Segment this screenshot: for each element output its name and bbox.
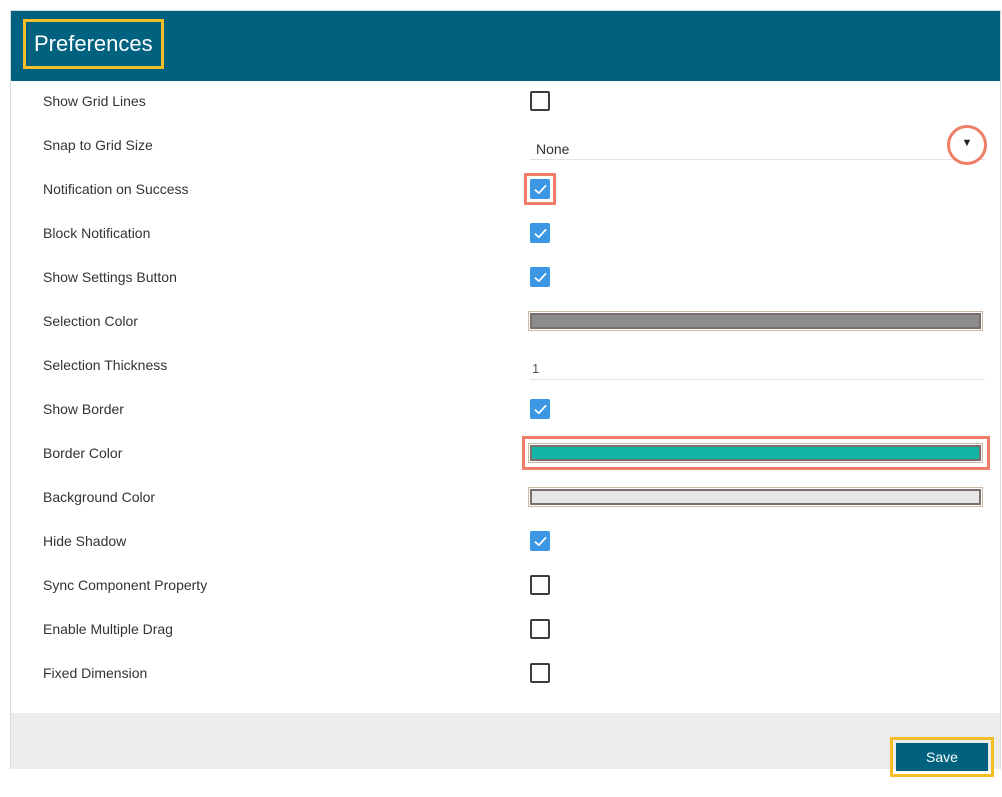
setting-row-hide-shadow: Hide Shadow xyxy=(11,521,1000,561)
background-color-picker[interactable] xyxy=(528,487,983,507)
setting-row-snap-to-grid-size: Snap to Grid Size None ▼ xyxy=(11,125,1000,165)
setting-row-block-notification: Block Notification xyxy=(11,213,1000,253)
fixed-dimension-checkbox[interactable] xyxy=(530,663,550,683)
setting-row-show-grid-lines: Show Grid Lines xyxy=(11,81,1000,121)
page-title: Preferences xyxy=(23,19,164,69)
selection-thickness-input[interactable]: 1 xyxy=(530,351,985,380)
setting-row-selection-color: Selection Color xyxy=(11,301,1000,341)
selection-color-picker[interactable] xyxy=(528,311,983,331)
setting-label: Selection Thickness xyxy=(43,357,168,373)
setting-row-border-color: Border Color xyxy=(11,433,1000,473)
block-notification-checkbox[interactable] xyxy=(530,223,550,243)
show-grid-lines-checkbox[interactable] xyxy=(530,91,550,111)
panel-header: Preferences xyxy=(11,11,1000,81)
checkmark-icon xyxy=(534,272,547,283)
setting-row-enable-multiple-drag: Enable Multiple Drag xyxy=(11,609,1000,649)
dropdown-selected-value: None xyxy=(536,141,570,157)
setting-row-background-color: Background Color xyxy=(11,477,1000,517)
setting-label: Border Color xyxy=(43,445,123,461)
setting-label: Notification on Success xyxy=(43,181,189,197)
dropdown-arrow-button[interactable]: ▼ xyxy=(947,125,987,165)
checkmark-icon xyxy=(534,184,547,195)
save-button-label: Save xyxy=(896,743,988,771)
setting-label: Enable Multiple Drag xyxy=(43,621,173,637)
snap-to-grid-size-dropdown[interactable]: None xyxy=(530,131,985,160)
setting-row-show-border: Show Border xyxy=(11,389,1000,429)
notification-on-success-checkbox[interactable] xyxy=(530,179,550,199)
panel-footer: Save xyxy=(11,713,1000,777)
preferences-panel: Preferences Show Grid Lines Snap to Grid … xyxy=(10,10,1001,777)
setting-label: Sync Component Property xyxy=(43,577,208,593)
input-value: 1 xyxy=(532,361,540,376)
setting-label: Hide Shadow xyxy=(43,533,127,549)
setting-row-sync-component-property: Sync Component Property xyxy=(11,565,1000,605)
setting-row-show-settings-button: Show Settings Button xyxy=(11,257,1000,297)
checkmark-icon xyxy=(534,228,547,239)
setting-row-notification-on-success: Notification on Success xyxy=(11,169,1000,209)
setting-label: Background Color xyxy=(43,489,156,505)
chevron-down-icon: ▼ xyxy=(961,137,973,149)
hide-shadow-checkbox[interactable] xyxy=(530,531,550,551)
show-border-checkbox[interactable] xyxy=(530,399,550,419)
setting-label: Show Grid Lines xyxy=(43,93,146,109)
show-settings-button-checkbox[interactable] xyxy=(530,267,550,287)
setting-label: Snap to Grid Size xyxy=(43,137,153,153)
setting-label: Show Settings Button xyxy=(43,269,177,285)
setting-label: Block Notification xyxy=(43,225,151,241)
setting-row-fixed-dimension: Fixed Dimension xyxy=(11,653,1000,693)
setting-row-selection-thickness: Selection Thickness 1 xyxy=(11,345,1000,385)
setting-label: Show Border xyxy=(43,401,124,417)
border-color-picker[interactable] xyxy=(528,443,983,463)
enable-multiple-drag-checkbox[interactable] xyxy=(530,619,550,639)
checkmark-icon xyxy=(534,536,547,547)
save-button[interactable]: Save xyxy=(890,737,994,777)
checkmark-icon xyxy=(534,404,547,415)
setting-label: Fixed Dimension xyxy=(43,665,148,681)
sync-component-property-checkbox[interactable] xyxy=(530,575,550,595)
setting-label: Selection Color xyxy=(43,313,138,329)
